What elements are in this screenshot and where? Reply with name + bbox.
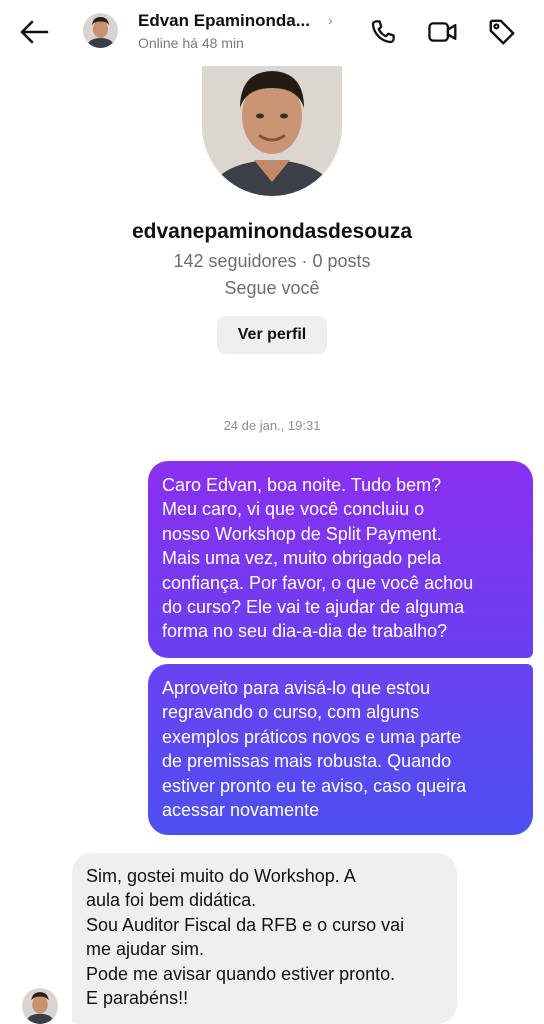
message-line: Meu caro, vi que você concluiu o [162,499,425,520]
message-line: forma no seu dia-a-dia de trabalho? [162,621,448,642]
message-line: do curso? Ele vai te ajudar de alguma [162,597,465,618]
header-avatar[interactable] [83,13,118,48]
profile-photo[interactable] [202,66,342,196]
back-button[interactable] [14,14,54,50]
message-line: nosso Workshop de Split Payment. [162,523,442,544]
message-timestamp: 24 de jan., 19:31 [223,418,321,433]
message-line: Mais uma vez, muito obrigado pela [162,548,442,569]
message-line: Sou Auditor Fiscal da RFB e o curso vai [86,914,405,935]
follows-you-label: Segue você [224,278,320,298]
message-line: estiver pronto eu te aviso, caso queira [162,775,467,796]
arrow-left-icon [20,20,49,44]
sender-avatar[interactable] [22,988,58,1024]
view-profile-button[interactable]: Ver perfil [217,316,327,354]
message-line: aula foi bem didática. [86,890,257,911]
message-line: exemplos práticos novos e uma parte [162,726,462,747]
message-line: Aproveito para avisá-lo que estou [162,678,431,698]
online-status: Online há 48 min [138,35,244,51]
audio-call-button[interactable] [367,16,399,48]
message-line: de premissas mais robusta. Quando [162,751,452,772]
profile-username: edvanepaminondasdesouza [131,220,413,243]
video-call-button[interactable] [427,16,459,48]
tag-button[interactable] [486,16,518,48]
outgoing-message[interactable]: Caro Edvan, boa noite. Tudo bem? Meu car… [148,461,533,658]
incoming-message[interactable]: Sim, gostei muito do Workshop. A aula fo… [72,853,457,1024]
message-line: Sim, gostei muito do Workshop. A [86,866,356,886]
dm-conversation-screen: Edvan Epaminonda... › Online há 48 min e… [0,0,544,1024]
message-line: Pode me avisar quando estiver pronto. [86,963,396,984]
profile-stats: 142 seguidores · 0 posts [173,251,371,271]
message-line: E parabéns!! [86,988,189,1009]
chat-header: Edvan Epaminonda... › Online há 48 min [0,0,544,66]
message-line: regravando o curso, com alguns [162,702,420,723]
video-camera-icon [428,22,457,42]
contact-name[interactable]: Edvan Epaminonda... [138,11,310,31]
phone-icon [371,20,395,44]
outgoing-message[interactable]: Aproveito para avisá-lo que estou regrav… [148,664,533,835]
message-line: Caro Edvan, boa noite. Tudo bem? [162,475,442,495]
message-line: me ajudar sim. [86,939,205,960]
tag-icon [489,19,515,45]
chevron-right-icon[interactable]: › [328,12,333,28]
message-line: acessar novamente [162,800,320,821]
message-line: confiança. Por favor, o que você achou [162,572,474,593]
